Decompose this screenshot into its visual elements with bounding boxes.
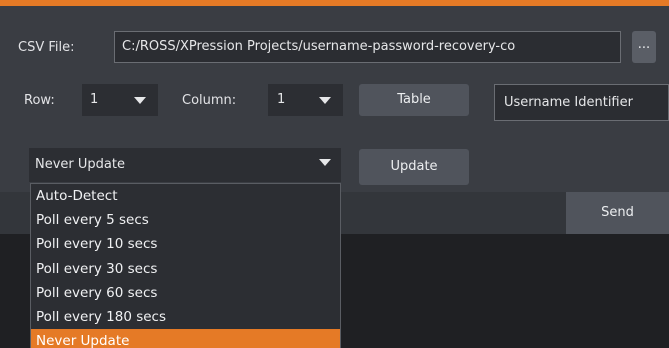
update-mode-value: Never Update (35, 157, 125, 172)
row-select[interactable]: 1 (82, 84, 158, 116)
username-identifier-field[interactable]: Username Identifier (494, 84, 669, 121)
browse-button[interactable]: ... (632, 31, 656, 63)
table-button[interactable]: Table (359, 84, 469, 116)
chevron-down-icon (134, 97, 146, 104)
dropdown-option-poll-10[interactable]: Poll every 10 secs (31, 232, 340, 256)
update-mode-select[interactable]: Never Update (29, 148, 341, 182)
dropdown-option-poll-5[interactable]: Poll every 5 secs (31, 208, 340, 232)
chevron-down-icon (319, 97, 331, 104)
row-select-value: 1 (90, 92, 99, 107)
dropdown-option-poll-60[interactable]: Poll every 60 secs (31, 281, 340, 305)
update-mode-dropdown: Auto-Detect Poll every 5 secs Poll every… (30, 183, 341, 348)
chevron-down-icon (319, 159, 331, 166)
dropdown-option-never-update[interactable]: Never Update (31, 329, 340, 348)
csv-file-label: CSV File: (18, 40, 75, 55)
column-label: Column: (182, 93, 237, 108)
dropdown-option-poll-30[interactable]: Poll every 30 secs (31, 257, 340, 281)
column-select[interactable]: 1 (268, 84, 343, 116)
dropdown-option-poll-180[interactable]: Poll every 180 secs (31, 305, 340, 329)
send-button[interactable]: Send (566, 192, 669, 234)
accent-bar (0, 0, 669, 6)
column-select-value: 1 (277, 92, 286, 107)
row-label: Row: (24, 93, 55, 108)
csv-path-field[interactable]: C:/ROSS/XPression Projects/username-pass… (114, 31, 621, 63)
dropdown-option-auto-detect[interactable]: Auto-Detect (31, 184, 340, 208)
update-button[interactable]: Update (359, 149, 469, 185)
